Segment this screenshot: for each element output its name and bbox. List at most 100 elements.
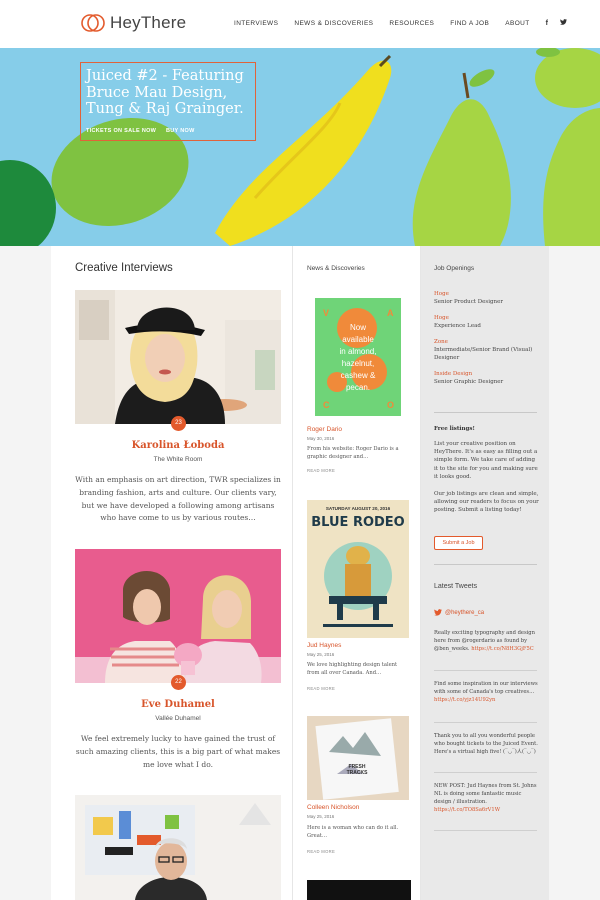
job-item[interactable]: Inside Design Senior Graphic Designer — [434, 370, 540, 386]
interview-excerpt: With an emphasis on art direction, TWR s… — [75, 475, 281, 523]
jobs-heading: Job Openings — [434, 265, 475, 272]
tweet-text: Find some inspiration in our interviews … — [434, 681, 538, 696]
free-listings-text-2: Our job listings are clean and simple, a… — [434, 491, 539, 514]
tweet: Find some inspiration in our interviews … — [434, 680, 538, 704]
svg-text:available: available — [342, 335, 374, 344]
svg-text:cashew &: cashew & — [341, 371, 376, 380]
job-item[interactable]: Hoge Senior Product Designer — [434, 290, 540, 306]
svg-text:pecan.: pecan. — [346, 383, 370, 392]
twitter-icon[interactable] — [560, 19, 568, 27]
logo-icon — [81, 11, 105, 35]
tweet: Really exciting typography and design he… — [434, 629, 538, 653]
interviews-column: Creative Interviews 23 Karolina Łoboda T… — [51, 246, 293, 900]
interview-card[interactable] — [75, 795, 281, 900]
interview-photo[interactable] — [75, 549, 281, 683]
main-nav: INTERVIEWS NEWS & DISCOVERIES RESOURCES … — [234, 19, 579, 27]
interview-excerpt: We feel extremely lucky to have gained t… — [75, 734, 281, 769]
job-company[interactable]: Zone — [434, 338, 540, 346]
news-card[interactable]: SATURDAY AUGUST 20, 2016 BLUE RODEO Jud … — [307, 500, 411, 691]
hero-banner[interactable]: Juiced #2 - Featuring Bruce Mau Design, … — [0, 48, 600, 246]
news-image[interactable]: SATURDAY AUGUST 20, 2016 BLUE RODEO — [307, 500, 409, 638]
interview-company: The White Room — [153, 456, 203, 463]
job-company[interactable]: Hoge — [434, 314, 540, 322]
interview-name[interactable]: Karolina Łoboda — [75, 440, 281, 451]
job-item[interactable]: Hoge Experience Lead — [434, 314, 540, 330]
job-title: Senior Graphic Designer — [434, 379, 504, 385]
job-title: Intermediate/Senior Brand (Visual) Desig… — [434, 347, 533, 361]
tweet-link[interactable]: https://t.co/TO8Sa6rV1W — [434, 807, 500, 813]
job-company[interactable]: Inside Design — [434, 370, 540, 378]
twitter-handle[interactable]: @heythere_ca — [445, 610, 484, 616]
svg-text:SATURDAY AUGUST 20, 2016: SATURDAY AUGUST 20, 2016 — [326, 506, 391, 511]
tweet: NEW POST: Jud Haynes from St. Johns NL i… — [434, 782, 538, 814]
divider — [434, 722, 537, 723]
buy-now-link[interactable]: BUY NOW — [166, 128, 195, 134]
hero-title[interactable]: Juiced #2 - Featuring Bruce Mau Design, … — [86, 68, 266, 118]
tickets-link[interactable]: TICKETS ON SALE NOW — [86, 128, 156, 134]
interview-photo[interactable] — [75, 290, 281, 424]
nav-resources[interactable]: RESOURCES — [389, 20, 434, 27]
tweets-heading: Latest Tweets — [434, 583, 478, 590]
news-title[interactable]: Roger Dario — [307, 426, 342, 433]
news-excerpt: Here is a woman who can do it all. Great… — [307, 825, 399, 840]
svg-text:O: O — [387, 400, 394, 410]
twitter-handle-link[interactable]: @heythere_ca — [434, 609, 484, 616]
interview-number-badge: 23 — [171, 416, 186, 431]
read-more-link[interactable]: READ MORE — [307, 468, 335, 473]
svg-text:A: A — [387, 308, 394, 318]
news-image[interactable] — [307, 880, 411, 900]
logo[interactable]: HeyThere — [81, 11, 186, 35]
divider — [434, 830, 537, 831]
job-item[interactable]: Zone Intermediate/Senior Brand (Visual) … — [434, 338, 540, 362]
interview-company: Vallée Duhamel — [155, 715, 201, 722]
read-more-link[interactable]: READ MORE — [307, 849, 335, 854]
news-image[interactable]: FRESH TRACKS — [307, 716, 409, 800]
job-company[interactable]: Hoge — [434, 290, 540, 298]
svg-text:in almond,: in almond, — [340, 347, 377, 356]
news-date: May 30, 2016 — [307, 436, 335, 441]
interview-name[interactable]: Eve Duhamel — [75, 699, 281, 710]
news-column: News & Discoveries Now available in almo… — [293, 246, 421, 900]
divider — [434, 412, 537, 413]
site-header: HeyThere INTERVIEWS NEWS & DISCOVERIES R… — [0, 0, 600, 48]
svg-text:BLUE RODEO: BLUE RODEO — [311, 515, 404, 530]
divider — [434, 772, 537, 773]
news-title[interactable]: Colleen Nicholson — [307, 804, 359, 811]
job-list: Hoge Senior Product Designer Hoge Experi… — [434, 290, 540, 394]
news-card[interactable]: FRESH TRACKS Colleen Nicholson May 25, 2… — [307, 716, 411, 854]
facebook-icon[interactable]: f — [546, 20, 549, 27]
news-heading: News & Discoveries — [307, 265, 365, 272]
divider — [434, 564, 537, 565]
free-listings-heading: Free listings! — [434, 426, 475, 432]
submit-job-button[interactable]: Submit a Job — [434, 536, 483, 550]
nav-interviews[interactable]: INTERVIEWS — [234, 20, 278, 27]
svg-text:V: V — [323, 308, 329, 318]
news-excerpt: From his website: Roger Dario is a graph… — [307, 446, 399, 461]
nav-about[interactable]: ABOUT — [505, 20, 529, 27]
nav-news[interactable]: NEWS & DISCOVERIES — [294, 20, 373, 27]
news-title[interactable]: Jud Haynes — [307, 642, 341, 649]
job-title: Experience Lead — [434, 323, 481, 329]
svg-text:Now: Now — [350, 323, 366, 332]
tweet-text: Thank you to all you wonderful people wh… — [434, 733, 538, 756]
svg-text:hazelnut,: hazelnut, — [342, 359, 374, 368]
job-title: Senior Product Designer — [434, 299, 503, 305]
main-content: Creative Interviews 23 Karolina Łoboda T… — [51, 246, 549, 900]
divider — [434, 670, 537, 671]
interview-card[interactable]: 23 Karolina Łoboda The White Room With a… — [75, 290, 281, 522]
nav-find-a-job[interactable]: FIND A JOB — [450, 20, 489, 27]
news-date: May 25, 2016 — [307, 652, 335, 657]
twitter-icon — [434, 609, 442, 616]
svg-text:C: C — [323, 400, 330, 410]
interview-photo[interactable] — [75, 795, 281, 900]
sidebar-column: Job Openings Hoge Senior Product Designe… — [421, 246, 549, 900]
tweet: Thank you to all you wonderful people wh… — [434, 732, 538, 756]
hero-links: TICKETS ON SALE NOW BUY NOW — [86, 128, 203, 134]
tweet-link[interactable]: https://t.co/N8H3GjF5C — [471, 646, 534, 652]
read-more-link[interactable]: READ MORE — [307, 686, 335, 691]
interview-card[interactable]: 22 Eve Duhamel Vallée Duhamel We feel ex… — [75, 549, 281, 769]
tweet-link[interactable]: https://t.co/yjz14U92yn — [434, 697, 495, 703]
news-image[interactable]: Now available in almond, hazelnut, cashe… — [307, 290, 409, 424]
news-card[interactable]: Now available in almond, hazelnut, cashe… — [307, 290, 411, 473]
news-date: May 25, 2016 — [307, 814, 335, 819]
